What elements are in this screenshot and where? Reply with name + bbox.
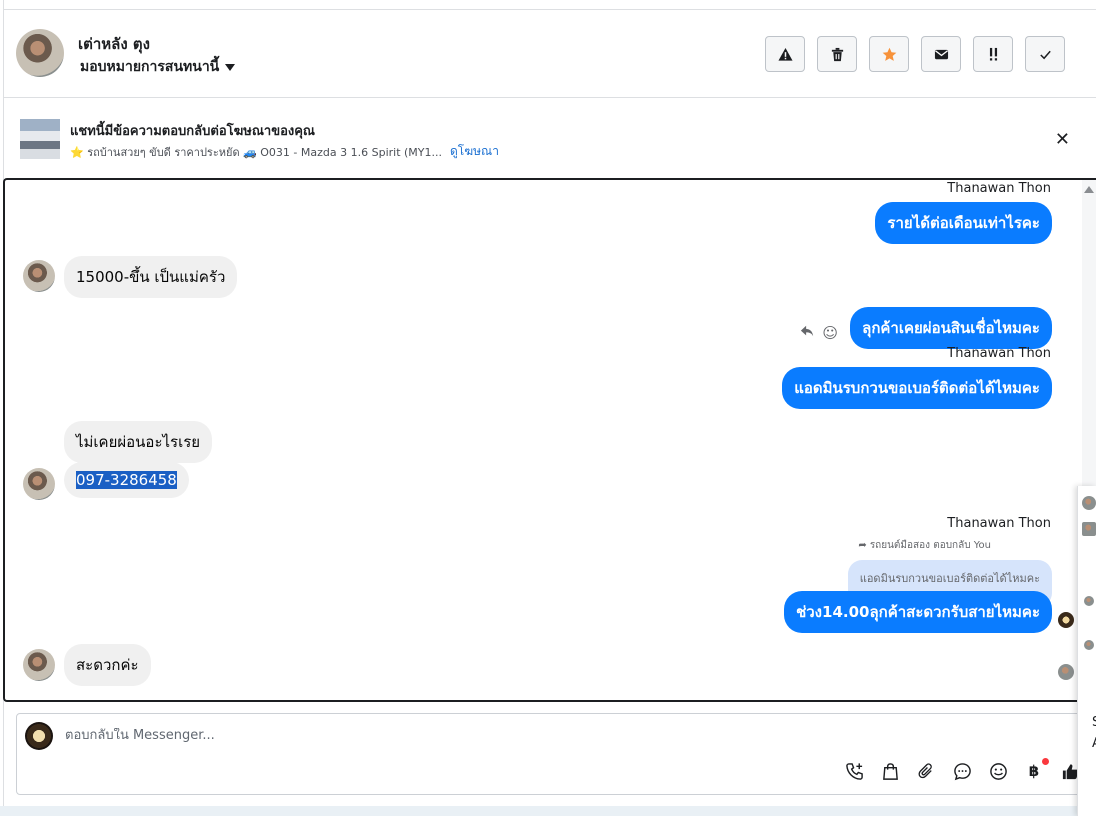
ad-banner-title: แชทนี้มีข้อความตอบกลับต่อโฆษณาของคุณ <box>70 124 315 139</box>
assign-conversation-dropdown[interactable]: มอบหมายการสนทนานี้ <box>80 56 236 78</box>
selected-phone-number[interactable]: 097-3286458 <box>76 471 177 489</box>
side-avatar <box>1084 640 1094 650</box>
ad-description: ⭐ รถบ้านสวยๆ ขับดี ราคาประหยัด 🚙 O031 - … <box>70 145 442 159</box>
sender-name: Thanawan Thon <box>947 516 1051 531</box>
contact-avatar-small <box>23 468 55 500</box>
header-actions <box>765 36 1065 72</box>
warning-icon <box>777 47 793 61</box>
reply-icon[interactable] <box>800 324 814 342</box>
outgoing-message[interactable]: ลุกค้าเคยผ่อนสินเชื่อไหมคะ <box>850 307 1052 349</box>
outgoing-message[interactable]: รายได้ต่อเดือนเท่าไรคะ <box>875 202 1052 244</box>
side-avatar <box>1082 496 1096 510</box>
page-seen-avatar <box>1058 612 1074 628</box>
star-icon <box>882 47 896 61</box>
reply-composer: ฿ <box>16 713 1096 795</box>
ad-banner-subtitle: ⭐ รถบ้านสวยๆ ขับดี ราคาประหยัด 🚙 O031 - … <box>70 142 499 161</box>
reply-input[interactable] <box>65 728 965 743</box>
page-footer-strip <box>0 806 1096 816</box>
follow-up-icon <box>989 47 997 60</box>
delete-button[interactable] <box>817 36 857 72</box>
call-add-icon[interactable] <box>843 760 865 782</box>
scroll-up-icon[interactable] <box>1084 186 1094 193</box>
side-thumbnail <box>1082 522 1096 536</box>
message-tools: ☺ <box>800 324 838 342</box>
view-ad-link[interactable]: ดูโฆษณา <box>450 142 499 161</box>
side-avatar <box>1084 596 1094 606</box>
ad-reply-banner: แชทนี้มีข้อความตอบกลับต่อโฆษณาของคุณ ⭐ ร… <box>4 99 1096 177</box>
payment-icon[interactable]: ฿ <box>1023 758 1049 782</box>
star-button[interactable] <box>869 36 909 72</box>
shopping-bag-icon[interactable] <box>879 760 901 782</box>
contact-avatar-small <box>23 260 55 292</box>
sender-name: Thanawan Thon <box>947 346 1051 361</box>
mark-done-button[interactable] <box>1025 36 1065 72</box>
contact-name[interactable]: เต่าหลัง ตุง <box>78 32 150 56</box>
close-icon[interactable]: ✕ <box>1055 129 1070 150</box>
page-avatar <box>25 722 53 750</box>
contact-avatar[interactable] <box>16 29 64 77</box>
reply-context-text: รถยนต์มือสอง ตอบกลับ You <box>869 540 991 551</box>
share-arrow-icon: ➦ <box>858 540 867 551</box>
side-panel-overflow: S A <box>1077 486 1096 816</box>
incoming-message[interactable]: 15000-ขึ้น เป็นแม่ครัว <box>64 256 238 298</box>
conversation-header: เต่าหลัง ตุง มอบหมายการสนทนานี้ <box>4 10 1096 98</box>
reply-context: ➦ รถยนต์มือสอง ตอบกลับ You <box>858 538 991 553</box>
attachment-icon[interactable] <box>915 760 937 782</box>
caret-down-icon <box>225 63 236 71</box>
side-text: A <box>1092 736 1096 751</box>
outgoing-message[interactable]: แอดมินรบกวนขอเบอร์ติดต่อได้ไหมคะ <box>782 367 1052 409</box>
incoming-message[interactable]: 097-3286458 <box>64 462 189 498</box>
check-icon <box>1039 50 1051 59</box>
chat-bubble-icon[interactable] <box>951 760 973 782</box>
payment-symbol: ฿ <box>1028 762 1040 780</box>
notification-dot <box>1042 758 1049 765</box>
side-text: S <box>1092 715 1096 730</box>
assign-label: มอบหมายการสนทนานี้ <box>80 59 220 75</box>
spam-button[interactable] <box>765 36 805 72</box>
message-thread[interactable]: Thanawan Thon รายได้ต่อเดือนเท่าไรคะ 150… <box>3 178 1096 702</box>
contact-seen-avatar <box>1058 664 1074 680</box>
ad-thumbnail[interactable] <box>20 119 60 159</box>
follow-up-button[interactable] <box>973 36 1013 72</box>
react-emoji-icon[interactable]: ☺ <box>822 324 838 342</box>
contact-avatar-small <box>23 649 55 681</box>
composer-tools: ฿ <box>843 758 1081 782</box>
mark-unread-button[interactable] <box>921 36 961 72</box>
trash-icon <box>831 47 843 61</box>
incoming-message[interactable]: สะดวกค่ะ <box>64 644 151 686</box>
sender-name: Thanawan Thon <box>947 181 1051 196</box>
outgoing-message[interactable]: ช่วง14.00ลุกค้าสะดวกรับสายไหมคะ <box>784 591 1052 633</box>
mail-icon <box>934 49 948 59</box>
incoming-message[interactable]: ไม่เคยผ่อนอะไรเรย <box>64 421 213 463</box>
emoji-icon[interactable] <box>987 760 1009 782</box>
